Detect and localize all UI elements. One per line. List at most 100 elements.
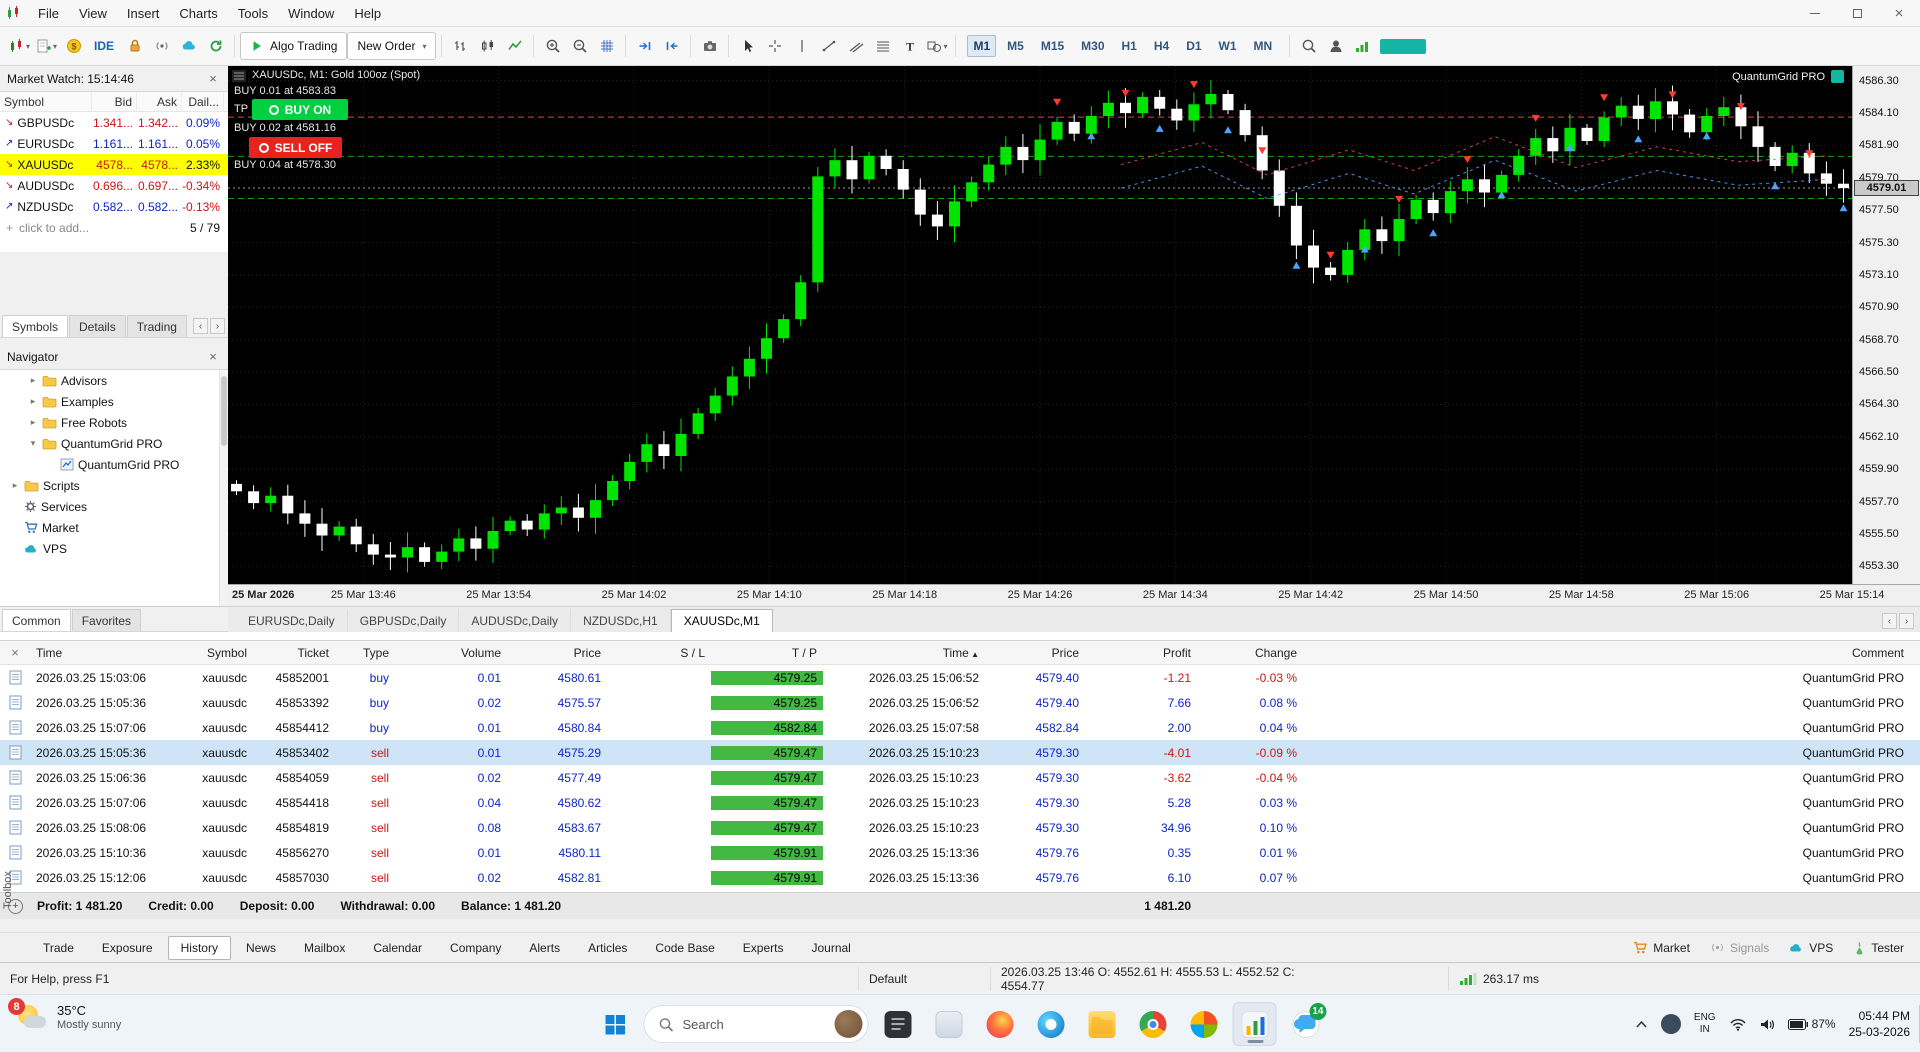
timeframe-m30[interactable]: M30 xyxy=(1075,35,1110,57)
navigator-item-free-robots[interactable]: ▸ Free Robots xyxy=(0,412,228,433)
timeframe-d1[interactable]: D1 xyxy=(1180,35,1207,57)
weather-widget[interactable]: 8 35°C Mostly sunny xyxy=(8,998,121,1033)
market-watch-column-dail[interactable]: Dail... xyxy=(182,92,224,111)
collapse-icon[interactable]: ▾ xyxy=(28,438,38,449)
taskbar-search[interactable]: Search xyxy=(643,1005,869,1043)
shapes-button[interactable]: ▾ xyxy=(923,32,950,60)
navigator-item-services[interactable]: Services xyxy=(0,496,228,517)
chart-tab-xauusdc-m1[interactable]: XAUUSDc,M1 xyxy=(670,609,773,632)
taskbar-icon-folder[interactable] xyxy=(1080,1002,1124,1046)
market-watch-column-bid[interactable]: Bid xyxy=(92,92,137,111)
camera-button[interactable] xyxy=(696,32,723,60)
taskbar-icon-chat[interactable]: 14 xyxy=(1284,1002,1328,1046)
toolbox-right-tab-market[interactable]: Market xyxy=(1633,941,1690,955)
history-column-ticket-2[interactable]: Ticket xyxy=(253,646,335,660)
history-row-45853402[interactable]: 2026.03.25 15:05:36 xauusdc 45853402 sell 0.… xyxy=(0,740,1920,765)
toolbox-close-icon[interactable]: × xyxy=(0,645,30,660)
history-column-symbol-1[interactable]: Symbol xyxy=(185,646,253,660)
market-watch-row-xauusdc[interactable]: ↘ XAUUSDc 4578... 4578... 2.33% xyxy=(0,154,228,175)
taskbar-icon-chrome[interactable] xyxy=(1131,1002,1175,1046)
candles-mode-button[interactable] xyxy=(474,32,501,60)
timeframe-m5[interactable]: M5 xyxy=(1001,35,1030,57)
volume-icon[interactable] xyxy=(1760,1018,1775,1031)
cloud-button[interactable] xyxy=(175,32,202,60)
history-column-price-9[interactable]: Price xyxy=(985,646,1085,660)
market-watch-tab-symbols[interactable]: Symbols xyxy=(2,315,69,337)
history-row-45854819[interactable]: 2026.03.25 15:08:06 xauusdc 45854819 sell 0.… xyxy=(0,815,1920,840)
taskbar-icon-file-explorer[interactable] xyxy=(927,1002,971,1046)
toolbox-tab-history[interactable]: History xyxy=(167,935,231,960)
taskbar-icon-notepad[interactable] xyxy=(876,1002,920,1046)
toolbox-tab-calendar[interactable]: Calendar xyxy=(360,936,435,960)
navigator-item-advisors[interactable]: ▸ Advisors xyxy=(0,370,228,391)
chart-shift-button[interactable] xyxy=(658,32,685,60)
history-row-45854059[interactable]: 2026.03.25 15:06:36 xauusdc 45854059 sell 0.… xyxy=(0,765,1920,790)
chart-canvas[interactable]: XAUUSDc, M1: Gold 100oz (Spot) BUY 0.01 … xyxy=(228,66,1852,584)
ea-icon[interactable] xyxy=(1831,70,1844,83)
tab-scroll-right[interactable]: › xyxy=(210,318,225,334)
expand-icon[interactable]: ▸ xyxy=(28,375,38,386)
wifi-icon[interactable] xyxy=(1729,1017,1747,1031)
navigator-tab-common[interactable]: Common xyxy=(2,609,71,631)
price-axis[interactable]: 4579.01 4586.30 4584.10 4581.90 4579.70 4577… xyxy=(1852,66,1920,584)
algo-trading-button[interactable]: Algo Trading xyxy=(240,32,348,60)
navigator-item-quantumgrid-pro[interactable]: QuantumGrid PRO xyxy=(0,454,228,475)
search-button[interactable] xyxy=(1295,32,1322,60)
chart-tab-nzdusdc-h1[interactable]: NZDUSDc,H1 xyxy=(571,609,671,632)
crosshair-button[interactable] xyxy=(761,32,788,60)
menu-item-insert[interactable]: Insert xyxy=(117,0,170,26)
zoom-out-button[interactable] xyxy=(566,32,593,60)
history-row-45852001[interactable]: 2026.03.25 15:03:06 xauusdc 45852001 buy 0.0… xyxy=(0,665,1920,690)
trendline-button[interactable] xyxy=(815,32,842,60)
refresh-button[interactable] xyxy=(202,32,229,60)
history-row-45854418[interactable]: 2026.03.25 15:07:06 xauusdc 45854418 sell 0.… xyxy=(0,790,1920,815)
clock[interactable]: 05:44 PM 25-03-2026 xyxy=(1849,1008,1910,1040)
close-button[interactable]: × xyxy=(1878,0,1920,26)
toolbox-tab-experts[interactable]: Experts xyxy=(730,936,797,960)
toolbox-tab-journal[interactable]: Journal xyxy=(798,936,863,960)
zoom-in-button[interactable] xyxy=(539,32,566,60)
channel-button[interactable] xyxy=(842,32,869,60)
menu-item-tools[interactable]: Tools xyxy=(228,0,278,26)
fibo-button[interactable] xyxy=(869,32,896,60)
market-watch-row-nzdusdc[interactable]: ↗ NZDUSDc 0.582... 0.582... -0.13% xyxy=(0,196,228,217)
history-column-time-8[interactable]: Time ▲ xyxy=(823,646,985,660)
broadcast-button[interactable] xyxy=(148,32,175,60)
time-axis[interactable]: 25 Mar 2026 25 Mar 13:46 25 Mar 13:54 25 Ma… xyxy=(228,584,1920,606)
toolbox-tab-alerts[interactable]: Alerts xyxy=(516,936,573,960)
new-order-button[interactable]: New Order ▾ xyxy=(347,32,437,60)
menu-item-window[interactable]: Window xyxy=(278,0,344,26)
timeframe-mn[interactable]: MN xyxy=(1248,35,1279,57)
navigator-item-market[interactable]: Market xyxy=(0,517,228,538)
tab-scroll-left[interactable]: ‹ xyxy=(193,318,208,334)
history-column-type-3[interactable]: Type xyxy=(335,646,395,660)
chart-tab-gbpusdc-daily[interactable]: GBPUSDc,Daily xyxy=(348,609,460,632)
toolbox-right-tab-vps[interactable]: VPS xyxy=(1789,941,1833,955)
menu-item-file[interactable]: File xyxy=(28,0,69,26)
history-row-45856270[interactable]: 2026.03.25 15:10:36 xauusdc 45856270 sell 0.… xyxy=(0,840,1920,865)
toolbox-tab-trade[interactable]: Trade xyxy=(30,936,87,960)
market-watch-row-audusdc[interactable]: ↘ AUDUSDc 0.696... 0.697... -0.34% xyxy=(0,175,228,196)
market-watch-column-ask[interactable]: Ask xyxy=(137,92,182,111)
bars-mode-button[interactable] xyxy=(447,32,474,60)
history-column-s-l-6[interactable]: S / L xyxy=(607,646,711,660)
market-watch-row-eurusdc[interactable]: ↗ EURUSDc 1.161... 1.161... 0.05% xyxy=(0,133,228,154)
history-row-45854412[interactable]: 2026.03.25 15:07:06 xauusdc 45854412 buy 0.0… xyxy=(0,715,1920,740)
toolbox-tab-news[interactable]: News xyxy=(233,936,289,960)
maximize-button[interactable] xyxy=(1836,0,1878,26)
chart-tab-scroll-left[interactable]: ‹ xyxy=(1882,613,1897,629)
toolbox-right-tab-signals[interactable]: Signals xyxy=(1710,941,1769,955)
vertical-line-button[interactable] xyxy=(788,32,815,60)
history-column-change-11[interactable]: Change xyxy=(1197,646,1303,660)
night-light-icon[interactable] xyxy=(1660,1014,1681,1034)
toolbox-tab-mailbox[interactable]: Mailbox xyxy=(291,936,358,960)
market-watch-tab-trading[interactable]: Trading xyxy=(126,315,187,337)
navigator-item-examples[interactable]: ▸ Examples xyxy=(0,391,228,412)
toolbox-right-tab-tester[interactable]: Tester xyxy=(1853,941,1904,955)
market-watch-column-symbol[interactable]: Symbol xyxy=(0,92,92,111)
timeframe-h1[interactable]: H1 xyxy=(1116,35,1143,57)
language-switcher[interactable]: ENG IN xyxy=(1694,1012,1716,1037)
chart-menu-icon[interactable] xyxy=(232,70,246,82)
history-column-t-p-7[interactable]: T / P xyxy=(711,646,823,660)
history-row-45853392[interactable]: 2026.03.25 15:05:36 xauusdc 45853392 buy 0.0… xyxy=(0,690,1920,715)
